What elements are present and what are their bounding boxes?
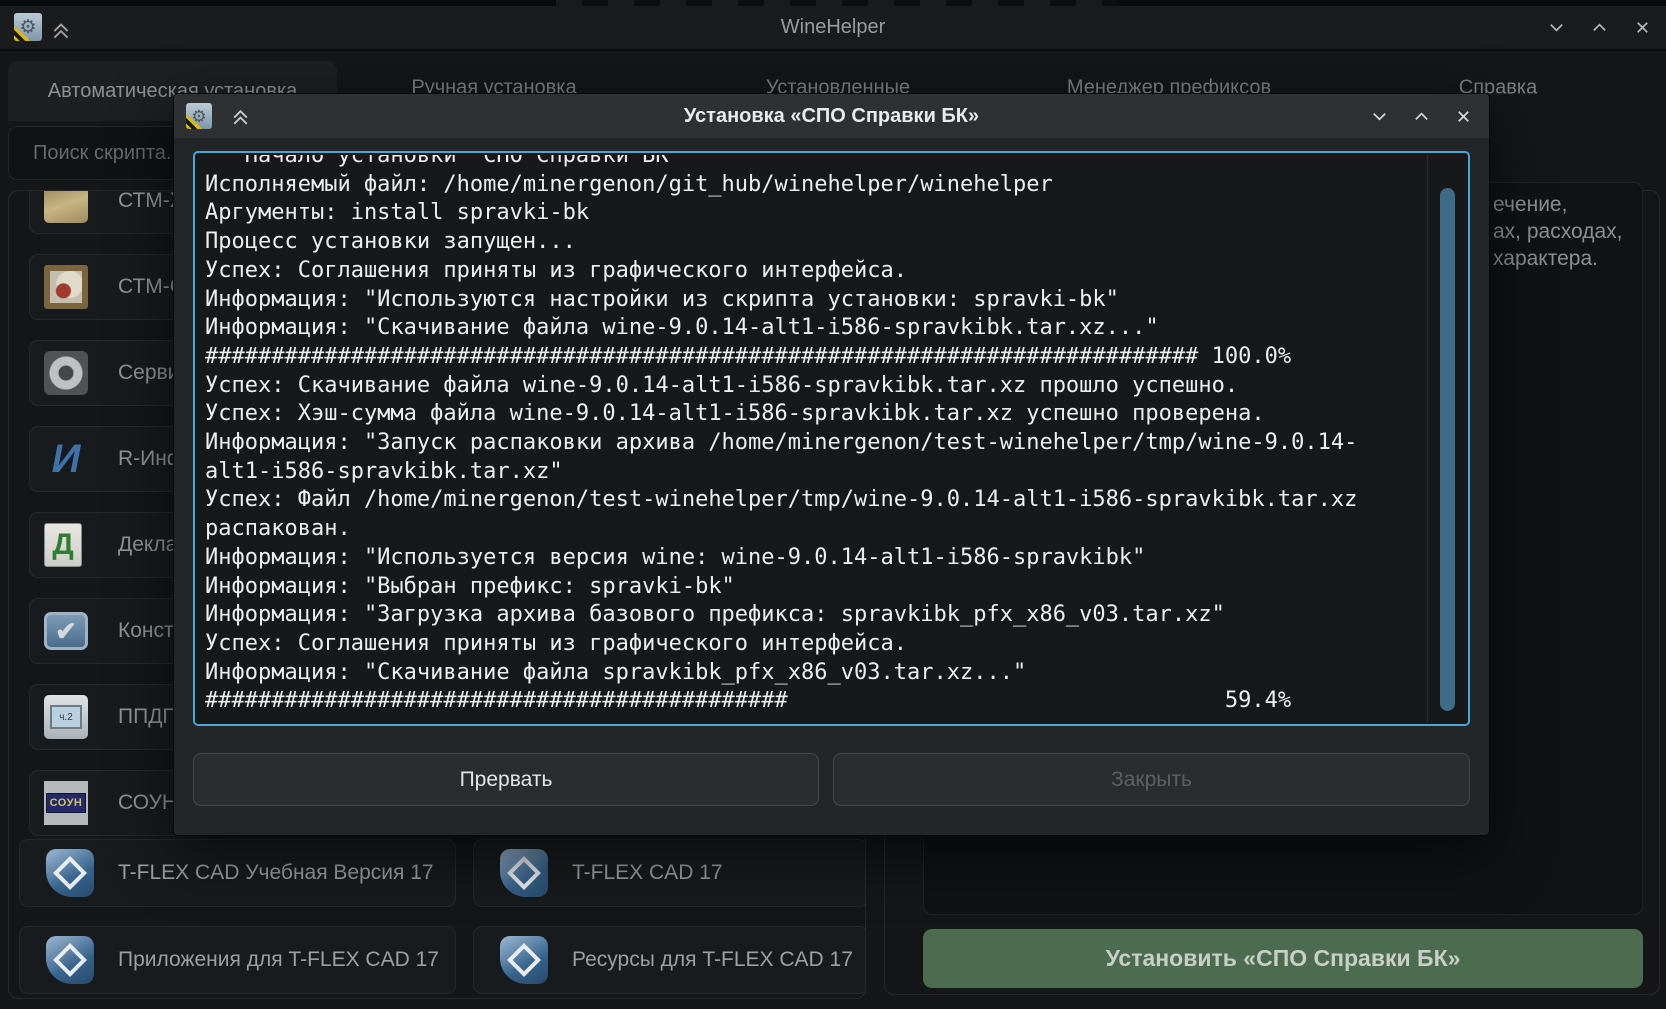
dialog-window-controls bbox=[1370, 94, 1473, 138]
maximize-icon[interactable] bbox=[1590, 18, 1609, 37]
install-log[interactable]: Начало установки "СПО Справки БК" Исполн… bbox=[197, 155, 1426, 716]
picture-icon bbox=[44, 265, 88, 309]
ring-icon bbox=[44, 351, 88, 395]
install-log-box: Начало установки "СПО Справки БК" Исполн… bbox=[193, 151, 1470, 726]
list-item[interactable]: Приложения для T-FLEX CAD 17 bbox=[19, 926, 456, 994]
list-item-label: Конст bbox=[118, 619, 174, 643]
monitor-icon: ч.2 bbox=[44, 695, 88, 739]
scrollbar-track bbox=[1427, 155, 1428, 722]
list-item-label: Ресурсы для T-FLEX CAD 17 bbox=[572, 948, 853, 972]
install-dialog: ⚙ Установка «СПО Справки БК» Начало уста… bbox=[174, 94, 1489, 835]
document-d-icon: Д bbox=[44, 523, 82, 567]
folder-icon bbox=[44, 190, 88, 223]
tflex-logo-icon bbox=[500, 936, 548, 984]
dialog-titlebar: ⚙ Установка «СПО Справки БК» bbox=[174, 94, 1489, 138]
list-item-label: Приложения для T-FLEX CAD 17 bbox=[118, 948, 439, 972]
minimize-icon[interactable] bbox=[1547, 18, 1566, 37]
dialog-title: Установка «СПО Справки БК» bbox=[174, 94, 1489, 138]
list-item-label: T-FLEX CAD Учебная Версия 17 bbox=[118, 861, 434, 885]
diamond-shape bbox=[53, 943, 87, 977]
tflex-logo-icon bbox=[46, 849, 94, 897]
list-item[interactable]: Ресурсы для T-FLEX CAD 17 bbox=[473, 926, 866, 994]
maximize-icon[interactable] bbox=[1412, 107, 1431, 126]
diamond-shape bbox=[53, 856, 87, 890]
list-item-label: Декла bbox=[118, 533, 177, 557]
description-text: ечение, ах, расходах, характера. bbox=[1493, 191, 1622, 272]
close-button[interactable]: Закрыть bbox=[833, 753, 1470, 806]
list-item-label: Серви bbox=[118, 361, 179, 385]
main-window-title: WineHelper bbox=[0, 6, 1666, 49]
list-item-label: T-FLEX CAD 17 bbox=[572, 861, 723, 885]
diamond-shape bbox=[507, 943, 541, 977]
abort-button[interactable]: Прервать bbox=[193, 753, 819, 806]
monitor-screen: ч.2 bbox=[50, 705, 82, 729]
list-item-label: ППДГ bbox=[118, 705, 174, 729]
close-icon[interactable] bbox=[1633, 18, 1652, 37]
check-screen-icon: ✔ bbox=[44, 612, 88, 650]
list-item-label: СОУН bbox=[118, 791, 177, 815]
tflex-logo-icon bbox=[46, 936, 94, 984]
main-window-controls bbox=[1547, 6, 1652, 49]
soun-icon: СОУН bbox=[44, 781, 88, 825]
install-button[interactable]: Установить «СПО Справки БК» bbox=[923, 929, 1643, 988]
screen: ⚙ WineHelper Автоматическая установкаРуч… bbox=[0, 0, 1666, 1009]
main-titlebar: ⚙ WineHelper bbox=[0, 6, 1666, 51]
close-icon[interactable] bbox=[1454, 107, 1473, 126]
minimize-icon[interactable] bbox=[1370, 107, 1389, 126]
letter-i-icon: И bbox=[44, 437, 88, 481]
diamond-shape bbox=[507, 856, 541, 890]
install-log-viewport: Начало установки "СПО Справки БК" Исполн… bbox=[197, 155, 1426, 722]
list-item[interactable]: T-FLEX CAD 17 bbox=[473, 839, 866, 907]
list-item[interactable]: T-FLEX CAD Учебная Версия 17 bbox=[19, 839, 456, 907]
tflex-logo-icon bbox=[500, 849, 548, 897]
soun-label: СОУН bbox=[46, 793, 87, 813]
scrollbar-thumb[interactable] bbox=[1440, 188, 1455, 711]
